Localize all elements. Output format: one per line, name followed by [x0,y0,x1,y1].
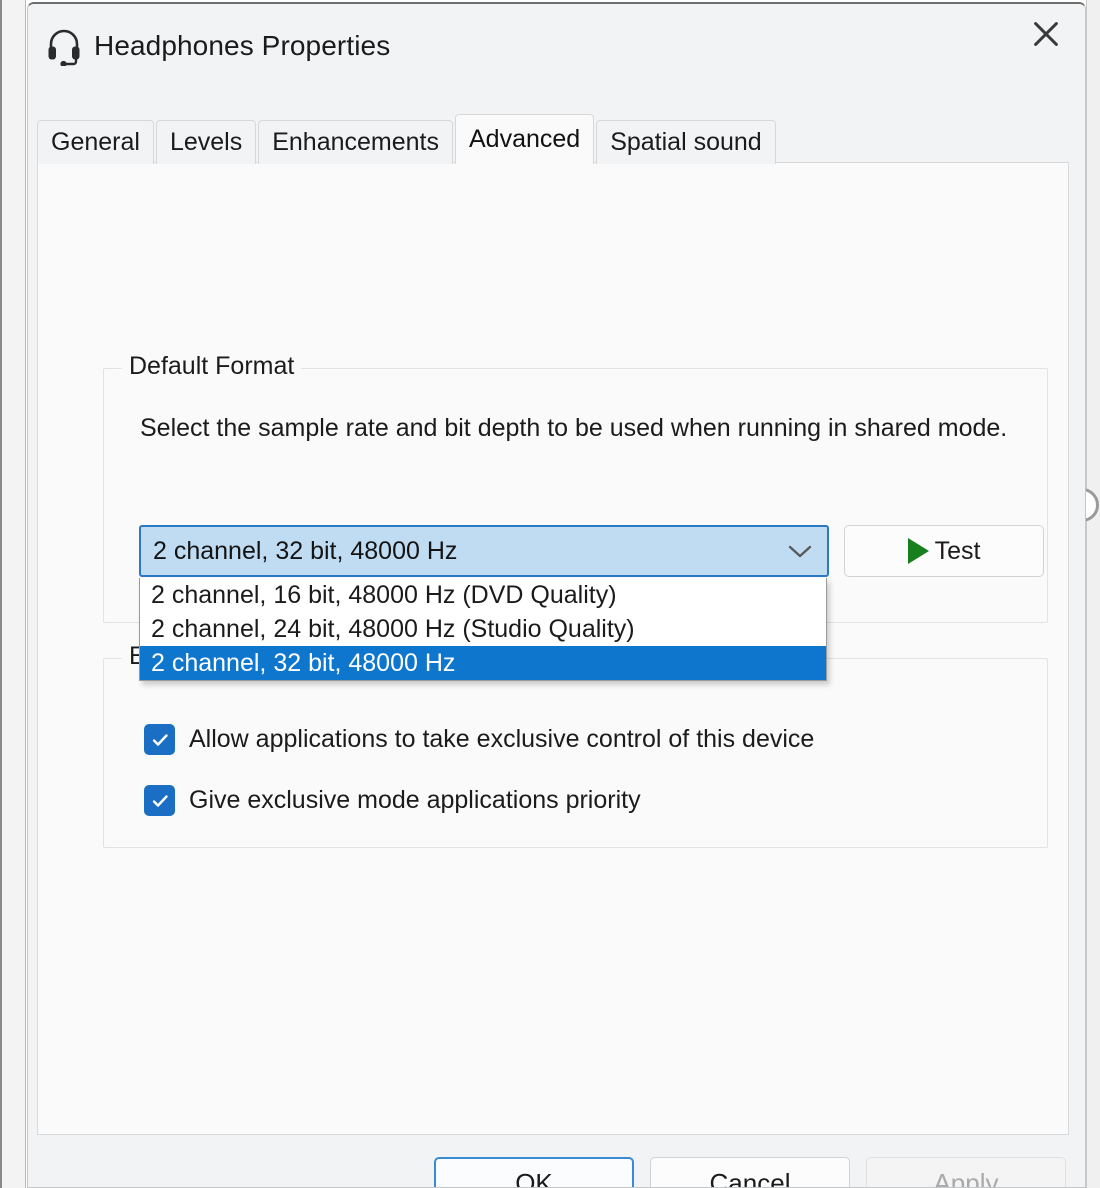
background-window-left-edge [0,0,26,1188]
chevron-down-icon [787,543,813,559]
test-button-label: Test [935,537,981,566]
close-icon[interactable] [1007,4,1085,64]
cancel-button[interactable]: Cancel [650,1157,850,1188]
checkbox-exclusive-mode-priority[interactable]: Give exclusive mode applications priorit… [144,785,641,816]
default-format-group-title: Default Format [122,352,301,381]
advanced-tab-panel: Default Format Select the sample rate an… [37,162,1069,1135]
checkbox-exclusive-mode-priority-label: Give exclusive mode applications priorit… [189,786,641,815]
background-window-right-edge [1086,0,1100,1188]
default-format-dropdown-list: 2 channel, 16 bit, 48000 Hz (DVD Quality… [139,578,827,681]
tab-spatial-sound[interactable]: Spatial sound [596,120,776,164]
ok-button-label: OK [515,1168,553,1188]
dropdown-option-16bit[interactable]: 2 channel, 16 bit, 48000 Hz (DVD Quality… [140,578,826,612]
tab-advanced[interactable]: Advanced [455,114,594,164]
titlebar: Headphones Properties [28,4,1085,90]
headphones-properties-dialog: Headphones Properties General Levels Enh… [27,2,1086,1188]
checkbox-allow-exclusive-control-label: Allow applications to take exclusive con… [189,725,814,754]
dropdown-option-32bit[interactable]: 2 channel, 32 bit, 48000 Hz [140,646,826,680]
desktop-background: Headphones Properties General Levels Enh… [0,0,1100,1188]
default-format-selected-value: 2 channel, 32 bit, 48000 Hz [141,537,457,566]
apply-button-label: Apply [933,1168,998,1188]
headset-icon [44,26,84,66]
tab-enhancements[interactable]: Enhancements [258,120,453,164]
exclusive-mode-groupbox: Exclusive Mode Allow applications to tak… [103,658,1048,848]
ok-button[interactable]: OK [434,1157,634,1188]
test-button[interactable]: Test [844,525,1044,577]
checkmark-icon [144,724,175,755]
dropdown-option-24bit[interactable]: 2 channel, 24 bit, 48000 Hz (Studio Qual… [140,612,826,646]
tabstrip: General Levels Enhancements Advanced Spa… [37,114,778,164]
cancel-button-label: Cancel [710,1168,791,1188]
play-icon [908,538,929,564]
apply-button: Apply [866,1157,1066,1188]
window-title: Headphones Properties [94,30,390,62]
tab-general[interactable]: General [37,120,154,164]
tab-levels[interactable]: Levels [156,120,256,164]
default-format-combobox[interactable]: 2 channel, 32 bit, 48000 Hz [139,525,829,577]
checkbox-allow-exclusive-control[interactable]: Allow applications to take exclusive con… [144,724,814,755]
checkmark-icon [144,785,175,816]
default-format-help-text: Select the sample rate and bit depth to … [140,412,1020,445]
dialog-footer: OK Cancel Apply [28,1137,1086,1188]
